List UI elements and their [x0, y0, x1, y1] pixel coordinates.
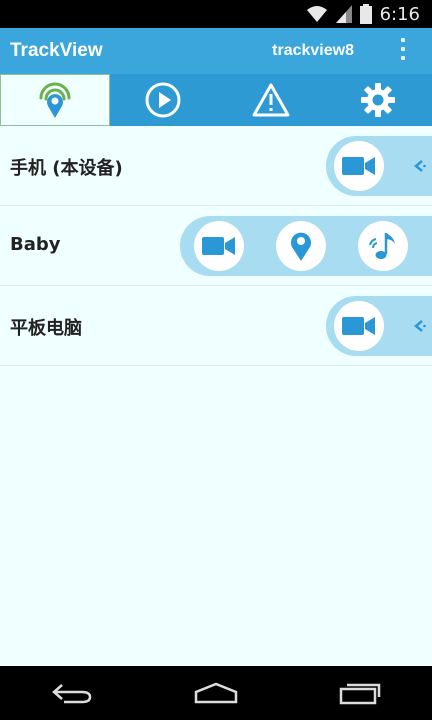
sound-button[interactable]: [358, 221, 408, 271]
recent-apps-icon[interactable]: [338, 681, 382, 705]
list-item[interactable]: Baby: [0, 206, 432, 286]
video-camera-icon: [342, 317, 375, 335]
video-camera-icon: [342, 157, 375, 175]
app-bar: TrackView trackview8: [0, 28, 432, 74]
list-item[interactable]: 手机 (本设备): [0, 126, 432, 206]
device-name: 平板电脑: [10, 318, 82, 339]
signal-icon: [335, 5, 352, 23]
device-list: 手机 (本设备) Baby 平板电脑: [0, 126, 432, 366]
home-icon[interactable]: [193, 682, 239, 704]
video-camera-button[interactable]: [334, 141, 384, 191]
status-icons: 6:16: [306, 0, 420, 28]
tab-settings[interactable]: [325, 74, 432, 126]
gear-icon: [361, 83, 396, 117]
music-note-icon: [369, 233, 395, 259]
chevron-left-icon[interactable]: [412, 159, 426, 173]
clock: 6:16: [379, 3, 420, 25]
device-name: 手机 (本设备): [10, 158, 123, 179]
action-panel: [326, 136, 432, 196]
wifi-icon: [306, 6, 327, 22]
location-button[interactable]: [276, 221, 326, 271]
play-icon: [145, 82, 181, 118]
location-signal-icon: [39, 82, 71, 118]
system-nav-bar: [0, 666, 432, 720]
chevron-left-icon[interactable]: [412, 319, 426, 333]
status-bar: 6:16: [0, 0, 432, 28]
tab-playback[interactable]: [110, 74, 218, 126]
location-pin-icon: [291, 232, 311, 261]
tab-bar: [0, 74, 432, 126]
list-item[interactable]: 平板电脑: [0, 286, 432, 366]
account-name[interactable]: trackview8: [272, 42, 354, 60]
video-camera-icon: [202, 237, 235, 255]
video-camera-button[interactable]: [194, 221, 244, 271]
action-panel: [326, 296, 432, 356]
video-camera-button[interactable]: [334, 301, 384, 351]
device-name: Baby: [10, 234, 61, 255]
overflow-menu-icon[interactable]: [398, 38, 408, 64]
tab-location[interactable]: [0, 74, 110, 126]
tab-alerts[interactable]: [217, 74, 325, 126]
app-title: TrackView: [10, 40, 103, 61]
warning-icon: [252, 83, 290, 117]
back-icon[interactable]: [50, 681, 94, 705]
battery-icon: [359, 4, 372, 24]
action-panel: [180, 216, 432, 276]
